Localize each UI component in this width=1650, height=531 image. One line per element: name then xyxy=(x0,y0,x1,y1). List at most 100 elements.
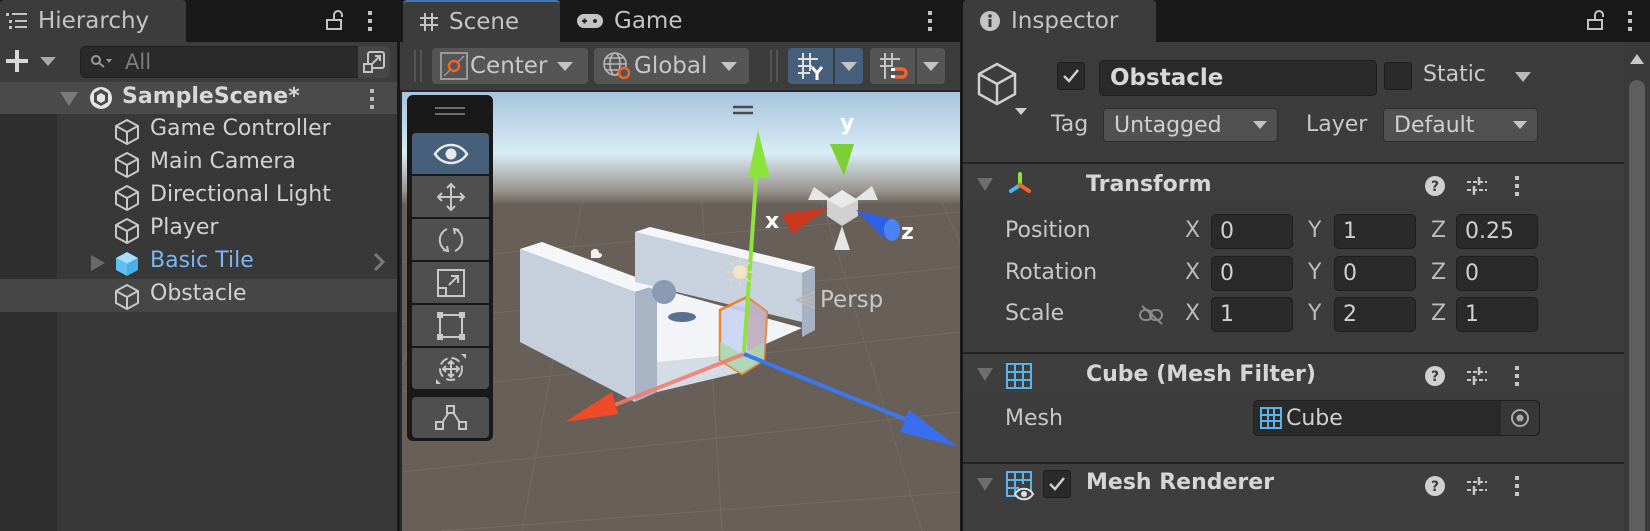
rotation-label: Rotation xyxy=(1005,260,1098,285)
hierarchy-item-label: Obstacle xyxy=(150,281,247,306)
hierarchy-item-label: Game Controller xyxy=(150,116,331,141)
scene-row[interactable]: SampleScene* xyxy=(0,82,397,114)
unity-scene-icon xyxy=(88,85,114,111)
mesh-filter-header[interactable]: Cube (Mesh Filter) ? xyxy=(963,352,1624,394)
tab-scene[interactable]: Scene xyxy=(403,0,560,42)
tab-hierarchy[interactable]: Hierarchy xyxy=(0,0,186,42)
scene-toolbar: Center Global xyxy=(400,42,960,90)
light-icon xyxy=(733,265,747,279)
expand-triangle-icon[interactable] xyxy=(91,255,105,271)
move-tool-button[interactable] xyxy=(412,176,489,217)
tag-label: Tag xyxy=(1051,112,1089,137)
kebab-menu-icon[interactable] xyxy=(357,8,383,34)
grid-visibility-button[interactable] xyxy=(788,48,833,84)
active-checkbox[interactable] xyxy=(1057,62,1085,90)
hierarchy-search[interactable] xyxy=(80,46,376,78)
scale-tool-button[interactable] xyxy=(412,262,489,303)
view-tool-button[interactable] xyxy=(412,133,489,174)
scrollbar-thumb[interactable] xyxy=(1629,80,1645,531)
presets-icon[interactable] xyxy=(1465,364,1489,388)
hierarchy-item-player[interactable]: Player xyxy=(0,213,397,246)
hierarchy-item-basic-tile[interactable]: Basic Tile xyxy=(0,246,397,279)
search-input[interactable] xyxy=(125,50,345,74)
rotation-y-field[interactable] xyxy=(1334,256,1416,291)
plus-icon xyxy=(6,50,28,72)
scale-z-field[interactable] xyxy=(1456,297,1538,332)
tab-game[interactable]: Game xyxy=(576,0,682,42)
collapse-triangle-icon[interactable] xyxy=(977,368,993,381)
scene-visibility-button[interactable] xyxy=(358,46,390,78)
pivot-rotation-dropdown[interactable]: Global xyxy=(594,48,749,84)
inspector-scrollbar[interactable] xyxy=(1624,42,1650,531)
grid-icon xyxy=(419,12,439,32)
collapse-triangle-icon[interactable] xyxy=(977,478,993,491)
grid-snap-button[interactable] xyxy=(870,48,915,84)
create-button[interactable] xyxy=(4,48,56,74)
mesh-object-field[interactable]: Cube xyxy=(1253,400,1540,436)
chevron-down-icon xyxy=(841,61,857,71)
position-z-field[interactable] xyxy=(1456,214,1538,249)
hierarchy-panel: Hierarchy SampleScene* xyxy=(0,0,397,531)
toolbar-grip[interactable] xyxy=(414,50,422,82)
pivot-mode-dropdown[interactable]: Center xyxy=(432,48,588,84)
object-picker-button[interactable] xyxy=(1501,401,1539,435)
rect-tool-button[interactable] xyxy=(412,305,489,346)
gameobject-icon[interactable] xyxy=(975,62,1027,116)
scene-viewport[interactable]: y x z Persp xyxy=(402,92,960,531)
scene-menu-icon[interactable] xyxy=(369,88,375,110)
tag-dropdown[interactable]: Untagged xyxy=(1103,108,1278,142)
hierarchy-item-main-camera[interactable]: Main Camera xyxy=(0,147,397,180)
presets-icon[interactable] xyxy=(1465,174,1489,198)
overlay-drag-handle[interactable] xyxy=(435,107,465,115)
custom-tool-button[interactable] xyxy=(412,397,489,438)
hierarchy-item-directional-light[interactable]: Directional Light xyxy=(0,180,397,213)
static-checkbox[interactable] xyxy=(1384,62,1412,90)
lock-icon[interactable] xyxy=(322,8,348,34)
static-dropdown-icon[interactable] xyxy=(1515,72,1531,82)
rotate-tool-button[interactable] xyxy=(412,219,489,260)
gizmo-drag-handle xyxy=(733,105,753,115)
kebab-menu-icon[interactable] xyxy=(1617,8,1643,34)
scale-x-field[interactable] xyxy=(1211,297,1293,332)
mesh-value: Cube xyxy=(1286,405,1343,431)
lock-icon[interactable] xyxy=(1583,8,1609,34)
toolbar-grip[interactable] xyxy=(770,50,778,82)
scroll-up-icon[interactable] xyxy=(1630,54,1644,64)
rotation-x-field[interactable] xyxy=(1211,256,1293,291)
collapse-triangle-icon[interactable] xyxy=(977,178,993,191)
hierarchy-item-obstacle[interactable]: Obstacle xyxy=(0,279,397,312)
constrain-proportions-icon[interactable] xyxy=(1138,304,1166,326)
rotation-z-field[interactable] xyxy=(1456,256,1538,291)
chevron-right-icon[interactable] xyxy=(372,251,386,273)
svg-text:?: ? xyxy=(1431,479,1439,495)
tab-inspector[interactable]: Inspector xyxy=(963,0,1156,42)
help-icon[interactable]: ? xyxy=(1423,364,1447,388)
position-y-field[interactable] xyxy=(1334,214,1416,249)
mesh-renderer-enabled-checkbox[interactable] xyxy=(1043,470,1071,498)
snap-options-dropdown[interactable] xyxy=(917,48,945,84)
component-menu-icon[interactable] xyxy=(1505,364,1529,388)
grid-options-dropdown[interactable] xyxy=(835,48,863,84)
help-icon[interactable]: ? xyxy=(1423,174,1447,198)
transform-tool-button[interactable] xyxy=(412,348,489,389)
x-axis-handle xyxy=(565,392,618,422)
mesh-renderer-icon xyxy=(1005,470,1035,502)
component-menu-icon[interactable] xyxy=(1505,174,1529,198)
position-x-field[interactable] xyxy=(1211,214,1293,249)
component-menu-icon[interactable] xyxy=(1505,474,1529,498)
hierarchy-item-game-controller[interactable]: Game Controller xyxy=(0,114,397,147)
gameobject-name-input[interactable] xyxy=(1099,60,1377,96)
transform-icon xyxy=(1005,170,1035,200)
presets-icon[interactable] xyxy=(1465,474,1489,498)
transform-header[interactable]: Transform ? xyxy=(963,162,1624,204)
mesh-asset-icon xyxy=(1260,407,1282,429)
expand-triangle-icon[interactable] xyxy=(60,92,78,106)
kebab-menu-icon[interactable] xyxy=(917,8,943,34)
scale-y-field[interactable] xyxy=(1334,297,1416,332)
help-icon[interactable]: ? xyxy=(1423,474,1447,498)
perspective-icon xyxy=(794,291,815,309)
projection-toggle[interactable]: Persp xyxy=(794,287,883,313)
mesh-renderer-header[interactable]: Mesh Renderer ? xyxy=(963,462,1624,531)
chevron-down-icon xyxy=(40,56,56,66)
layer-dropdown[interactable]: Default xyxy=(1383,108,1538,142)
